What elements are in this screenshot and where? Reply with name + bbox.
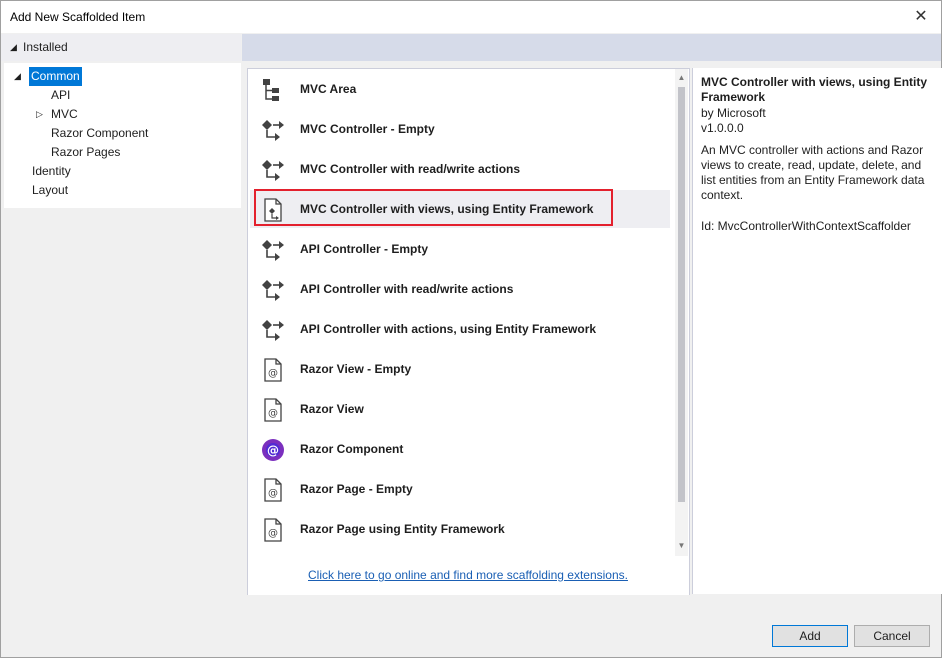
template-label: API Controller - Empty [300, 242, 429, 256]
dialog-title: Add New Scaffolded Item [10, 10, 146, 24]
details-description: An MVC controller with actions and Razor… [701, 143, 925, 202]
cancel-button[interactable]: Cancel [854, 625, 930, 647]
tree-item-label: Common [29, 67, 82, 86]
details-title: MVC Controller with views, using Entity … [701, 75, 928, 104]
tree-item-label: API [51, 88, 71, 102]
category-tree: ◢ Common API ▷ MVC Razor Component Razor… [4, 63, 241, 208]
tree-item-razor-pages[interactable]: Razor Pages [51, 143, 120, 162]
template-label: MVC Controller - Empty [300, 122, 435, 136]
add-button[interactable]: Add [772, 625, 848, 647]
template-item-razor-view[interactable]: @ Razor View [250, 390, 670, 428]
controller-icon [262, 120, 284, 141]
scroll-down-icon[interactable]: ▼ [675, 539, 688, 553]
installed-label: Installed [23, 40, 68, 54]
scroll-up-icon[interactable]: ▲ [675, 71, 688, 85]
controller-icon [262, 320, 284, 341]
collapsed-caret-icon: ▷ [36, 109, 43, 119]
installed-header[interactable]: ◢ Installed [1, 34, 241, 61]
right-header-bar [242, 34, 941, 61]
template-item-mvc-controller-rw[interactable]: MVC Controller with read/write actions [250, 150, 670, 188]
template-label: Razor View [300, 402, 364, 416]
template-list: MVC Area MVC Controller - Empty MVC Cont [247, 68, 690, 596]
template-item-mvc-controller-empty[interactable]: MVC Controller - Empty [250, 110, 670, 148]
template-item-mvc-area[interactable]: MVC Area [250, 70, 670, 108]
tree-item-razor-component[interactable]: Razor Component [51, 124, 148, 143]
template-item-api-controller-ef[interactable]: API Controller with actions, using Entit… [250, 310, 670, 348]
template-item-api-controller-rw[interactable]: API Controller with read/write actions [250, 270, 670, 308]
dialog-footer: Add Cancel [1, 595, 941, 657]
template-item-razor-page-ef[interactable]: @ Razor Page using Entity Framework [250, 510, 670, 548]
details-author: by Microsoft [701, 106, 766, 120]
template-label: MVC Controller with read/write actions [300, 162, 521, 176]
razor-file-icon: @ [264, 478, 282, 502]
tree-item-label: MVC [51, 107, 78, 121]
add-scaffold-dialog: Add New Scaffolded Item ✕ ◢ Installed ◢ … [0, 0, 942, 658]
razor-file-icon: @ [264, 358, 282, 382]
tree-item-label: Razor Component [51, 126, 149, 140]
razor-file-icon: @ [264, 398, 282, 422]
tree-item-label: Layout [32, 183, 69, 197]
template-item-razor-component[interactable]: @ Razor Component [250, 430, 670, 468]
svg-text:@: @ [268, 528, 278, 539]
selection-highlight [254, 189, 613, 226]
tree-item-api[interactable]: API [51, 86, 70, 105]
expand-caret-icon: ◢ [10, 42, 17, 52]
razor-file-icon: @ [264, 518, 282, 542]
details-version: v1.0.0.0 [701, 121, 744, 135]
svg-text:@: @ [268, 488, 278, 499]
template-list-scrollbar[interactable]: ▲ ▼ [675, 69, 688, 556]
template-label: Razor Page using Entity Framework [300, 522, 505, 536]
tree-item-layout[interactable]: Layout [32, 181, 68, 200]
controller-icon [262, 280, 284, 301]
close-icon[interactable]: ✕ [907, 5, 935, 29]
controller-icon [262, 240, 284, 261]
tree-item-label: Identity [32, 164, 71, 178]
template-item-razor-view-empty[interactable]: @ Razor View - Empty [250, 350, 670, 388]
title-bar: Add New Scaffolded Item ✕ [1, 1, 941, 33]
template-item-api-controller-empty[interactable]: API Controller - Empty [250, 230, 670, 268]
tree-item-identity[interactable]: Identity [32, 162, 71, 181]
svg-text:@: @ [267, 444, 279, 458]
controller-icon [262, 160, 284, 181]
details-panel: MVC Controller with views, using Entity … [692, 68, 942, 594]
blazor-icon: @ [262, 439, 284, 461]
online-extensions-link[interactable]: Click here to go online and find more sc… [308, 568, 628, 582]
template-label: API Controller with actions, using Entit… [300, 322, 597, 336]
template-label: Razor View - Empty [300, 362, 412, 376]
svg-text:@: @ [268, 368, 278, 379]
svg-text:@: @ [268, 408, 278, 419]
template-label: MVC Area [300, 82, 357, 96]
template-item-razor-page-empty[interactable]: @ Razor Page - Empty [250, 470, 670, 508]
mvc-area-icon [263, 79, 279, 101]
expand-caret-icon: ◢ [14, 71, 21, 81]
template-label: Razor Component [300, 442, 404, 456]
scroll-thumb[interactable] [678, 87, 685, 502]
template-label: API Controller with read/write actions [300, 282, 514, 296]
tree-item-label: Razor Pages [51, 145, 121, 159]
template-label: Razor Page - Empty [300, 482, 413, 496]
details-id: Id: MvcControllerWithContextScaffolder [701, 219, 911, 233]
